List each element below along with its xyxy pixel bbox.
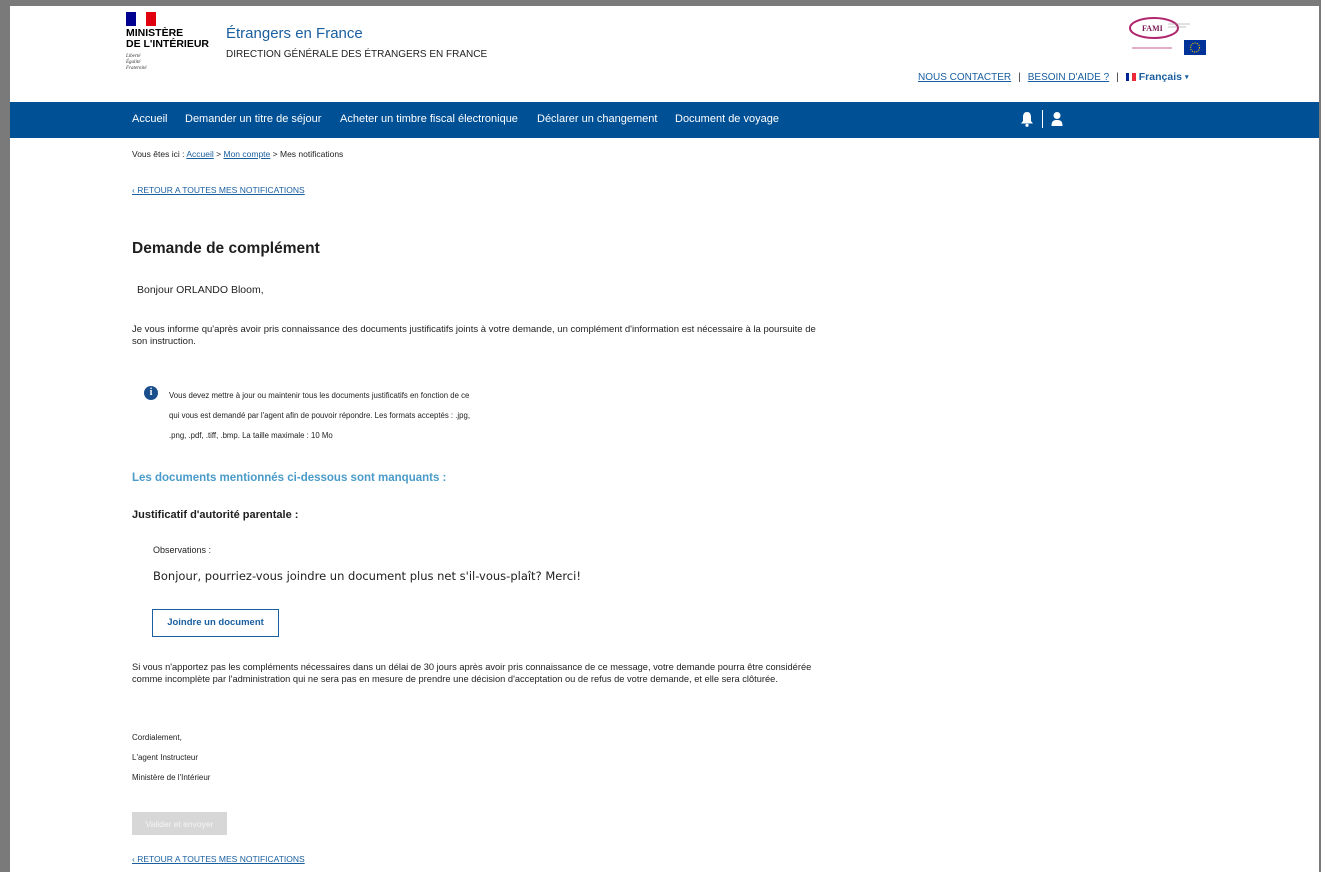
nav-document-voyage[interactable]: Document de voyage xyxy=(675,113,779,125)
contact-link[interactable]: NOUS CONTACTER xyxy=(918,72,1011,83)
nav-timbre-fiscal[interactable]: Acheter un timbre fiscal électronique xyxy=(340,113,518,125)
caret-down-icon: ▾ xyxy=(1184,74,1189,81)
ministry-line-2: DE L'INTÉRIEUR xyxy=(126,38,210,50)
main-content: Vous êtes ici : Accueil > Mon compte > M… xyxy=(0,138,1321,872)
info-notice-text: Vous devez mettre à jour ou maintenir to… xyxy=(169,386,579,446)
info-line-1: Vous devez mettre à jour ou maintenir to… xyxy=(169,391,470,400)
observations-text: Bonjour, pourriez-vous joindre un docume… xyxy=(153,569,581,583)
breadcrumb-separator: > xyxy=(216,149,222,159)
observations-label: Observations : xyxy=(153,545,212,555)
republic-motto: Liberté Égalité Fraternité xyxy=(126,54,166,72)
greeting-text: Bonjour ORLANDO Bloom, xyxy=(137,284,264,296)
fami-label: FAMI xyxy=(1142,24,1163,33)
nav-icon-divider xyxy=(1042,110,1043,128)
missing-documents-heading: Les documents mentionnés ci-dessous sont… xyxy=(132,472,447,484)
language-label: Français xyxy=(1138,71,1182,83)
submit-button[interactable]: Valider et envoyer xyxy=(132,812,227,835)
breadcrumb-current: Mes notifications xyxy=(279,149,344,159)
nav-declarer-changement[interactable]: Déclarer un changement xyxy=(537,113,657,125)
marianne-flag-logo xyxy=(126,12,156,26)
back-to-notifications-link-bottom[interactable]: ‹ RETOUR A TOUTES MES NOTIFICATIONS xyxy=(132,854,305,864)
info-line-2: qui vous est demandé par l'agent afin de… xyxy=(169,411,470,420)
nav-icon-group xyxy=(1020,110,1063,128)
document-title: Justificatif d'autorité parentale : xyxy=(132,509,299,521)
motto-fraternite: Fraternité xyxy=(126,66,147,71)
signature-ministry: Ministère de l'Intérieur xyxy=(132,773,211,782)
signature-block: Cordialement, L'agent Instructeur Minist… xyxy=(132,728,210,788)
info-line-3: .png, .pdf, .tiff, .bmp. La taille maxim… xyxy=(169,431,333,440)
breadcrumb-separator: > xyxy=(272,149,278,159)
closing-salutation: Cordialement, xyxy=(132,733,182,742)
ministry-logo-text: MINISTÈRE DE L'INTÉRIEUR xyxy=(126,28,222,50)
nav-accueil[interactable]: Accueil xyxy=(132,113,167,125)
header-utility-links: NOUS CONTACTER | BESOIN D'AIDE ? | Franç… xyxy=(918,71,1188,83)
deadline-warning: Si vous n'apportez pas les compléments n… xyxy=(132,662,812,684)
intro-paragraph: Je vous informe qu'après avoir pris conn… xyxy=(132,324,816,347)
separator: | xyxy=(1116,71,1119,83)
breadcrumb-account-link[interactable]: Mon compte xyxy=(223,149,270,159)
separator: | xyxy=(1018,71,1021,83)
french-flag-icon xyxy=(1125,73,1136,81)
site-subtitle: DIRECTION GÉNÉRALE DES ÉTRANGERS EN FRAN… xyxy=(226,49,488,60)
signature-agent: L'agent Instructeur xyxy=(132,753,199,762)
language-selector[interactable]: Français ▾ xyxy=(1125,71,1189,83)
breadcrumb-home-link[interactable]: Accueil xyxy=(186,149,213,159)
help-link[interactable]: BESOIN D'AIDE ? xyxy=(1028,72,1109,83)
attach-document-button[interactable]: Joindre un document xyxy=(152,609,279,637)
bell-icon[interactable] xyxy=(1020,111,1034,127)
page-title: Demande de complément xyxy=(132,240,320,257)
info-icon: i xyxy=(144,386,158,400)
site-title[interactable]: Étrangers en France xyxy=(226,25,363,42)
breadcrumb-prefix: Vous êtes ici : xyxy=(132,149,185,159)
main-navigation: Accueil Demander un titre de séjour Ache… xyxy=(10,102,1319,138)
fami-eu-logo: FAMI xyxy=(1129,17,1206,55)
back-to-notifications-link-top[interactable]: ‹ RETOUR A TOUTES MES NOTIFICATIONS xyxy=(132,185,305,195)
breadcrumb: Vous êtes ici : Accueil > Mon compte > M… xyxy=(132,149,343,159)
user-icon[interactable] xyxy=(1051,111,1063,127)
nav-demander-titre[interactable]: Demander un titre de séjour xyxy=(185,113,321,125)
